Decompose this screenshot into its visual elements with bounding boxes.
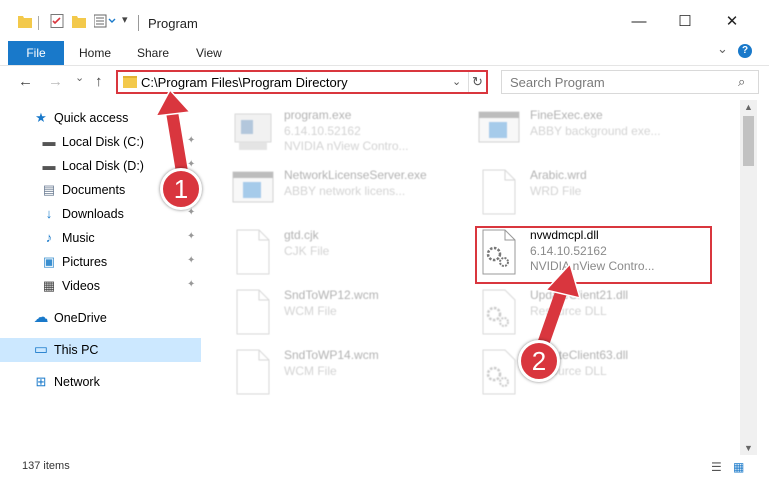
arrow-step-2	[535, 262, 582, 356]
step-badge-2: 2	[518, 340, 560, 382]
arrow-step-1	[154, 88, 192, 178]
annotation-arrows	[154, 88, 582, 356]
step-badge-1: 1	[160, 168, 202, 210]
